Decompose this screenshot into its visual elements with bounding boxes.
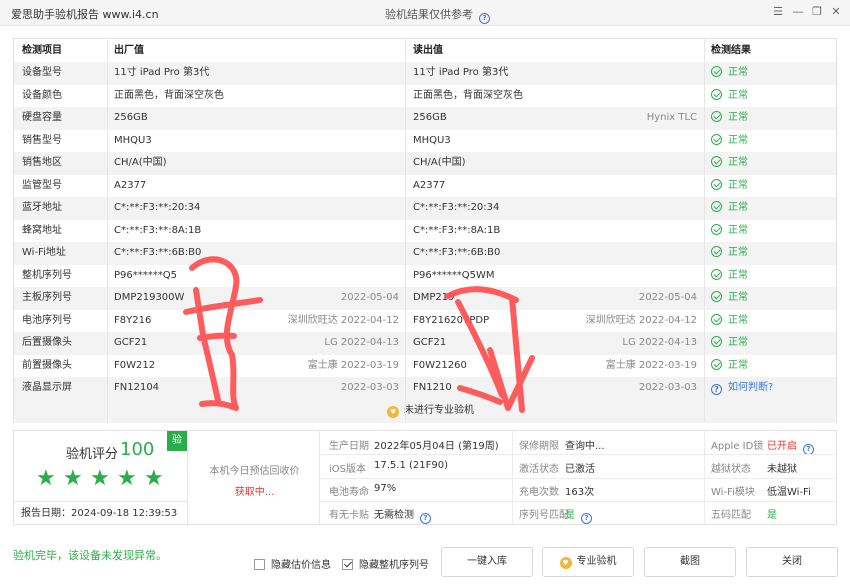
detail-value: 无需检测? — [374, 506, 431, 524]
score-section: 验机评分 100 验 ★ ★ ★ ★ ★ 报告日期：2024-09-18 12:39:5… — [14, 431, 188, 524]
hide-serial-label: 隐藏整机序列号 — [359, 560, 429, 571]
detail-value: 低温Wi-Fi — [767, 483, 811, 498]
report-date: 报告日期：2024-09-18 12:39:53 — [14, 501, 187, 524]
detail-label: 电池寿命 — [329, 487, 369, 498]
detail-label: 激活状态 — [519, 464, 559, 475]
report-date-value: 2024-09-18 12:39:53 — [71, 508, 178, 519]
summary-panel: 验机评分 100 验 ★ ★ ★ ★ ★ 报告日期：2024-09-18 12:39:5… — [13, 430, 837, 525]
star-icon: ★ — [144, 466, 164, 491]
detail-value: 163次 — [565, 483, 594, 498]
hide-serial-checkbox[interactable] — [342, 559, 353, 570]
detail-value-text: 未越狱 — [767, 464, 797, 475]
recycle-section: 本机今日预估回收价 获取中... — [189, 431, 320, 524]
close-button[interactable]: 关闭 — [746, 547, 838, 577]
detail-value: 是? — [565, 506, 592, 524]
pro-check-label: 专业验机 — [576, 556, 617, 567]
verified-badge: 验 — [167, 431, 187, 451]
detail-value: 是 — [767, 506, 777, 521]
recycle-value[interactable]: 获取中... — [189, 483, 320, 498]
hide-price-label: 隐藏估价信息 — [271, 560, 331, 571]
detail-value: 查询中... — [565, 437, 605, 452]
hide-serial-option[interactable]: 隐藏整机序列号 — [342, 556, 429, 571]
detail-divider — [320, 500, 836, 502]
detail-value: 17.5.1 (21F90) — [374, 460, 448, 471]
detail-value-text: 已开启 — [767, 441, 797, 452]
detail-value-text: 是 — [565, 510, 575, 521]
crown-icon: ♥ — [559, 557, 572, 569]
score-label: 验机评分 — [66, 447, 119, 462]
detail-value: 97% — [374, 483, 396, 494]
status-text: 验机完毕，该设备未发现异常。 — [13, 549, 167, 562]
screenshot-button[interactable]: 截图 — [644, 547, 736, 577]
detail-value-text: 163次 — [565, 487, 595, 498]
detail-value: 2022年05月04日 (第19周) — [374, 437, 499, 452]
detail-label: 充电次数 — [519, 487, 559, 498]
detail-value-text: 已激活 — [565, 464, 595, 475]
detail-column-divider — [512, 431, 513, 524]
detail-label: 五码匹配 — [711, 510, 751, 521]
detail-label: iOS版本 — [329, 464, 366, 475]
scribble-right — [445, 286, 535, 413]
score-value: 100 — [120, 439, 155, 460]
detail-column-divider — [704, 431, 705, 524]
detail-value: 未越狱 — [767, 460, 797, 475]
star-icon: ★ — [36, 466, 56, 491]
detail-label: 序列号匹配 — [519, 510, 569, 521]
hide-price-option[interactable]: 隐藏估价信息 — [254, 556, 331, 571]
hide-price-checkbox[interactable] — [254, 559, 265, 570]
save-to-library-button[interactable]: 一键入库 — [441, 547, 533, 577]
detail-label: 有无卡贴 — [329, 510, 369, 521]
help-icon[interactable]: ? — [420, 513, 431, 524]
detail-value-text: 97% — [374, 483, 397, 494]
detail-value-text: 低温Wi-Fi — [767, 487, 811, 498]
detail-value: 已开启? — [767, 437, 814, 455]
detail-divider — [320, 454, 836, 456]
detail-value-text: 2022年05月04日 (第19周) — [374, 441, 499, 452]
help-icon[interactable]: ? — [581, 513, 592, 524]
detail-label: Wi-Fi模块 — [711, 487, 755, 498]
star-icon: ★ — [90, 466, 110, 491]
pro-check-button[interactable]: ♥ 专业验机 — [542, 547, 634, 577]
star-icon: ★ — [117, 466, 137, 491]
detail-value-text: 无需检测 — [374, 510, 414, 521]
detail-value-text: 17.5.1 (21F90) — [374, 460, 448, 471]
report-date-label: 报告日期： — [21, 508, 71, 519]
scribble-left — [183, 256, 263, 411]
star-icon: ★ — [63, 466, 83, 491]
detail-label: 生产日期 — [329, 441, 369, 452]
detail-label: 保修期限 — [519, 441, 559, 452]
detail-value-text: 是 — [767, 510, 777, 521]
detail-label: 越狱状态 — [711, 464, 751, 475]
recycle-label: 本机今日预估回收价 — [209, 466, 300, 477]
detail-divider — [320, 477, 836, 479]
detail-label: Apple ID锁 — [711, 441, 764, 452]
detail-value: 已激活 — [565, 460, 595, 475]
detail-value-text: 查询中... — [565, 441, 605, 452]
